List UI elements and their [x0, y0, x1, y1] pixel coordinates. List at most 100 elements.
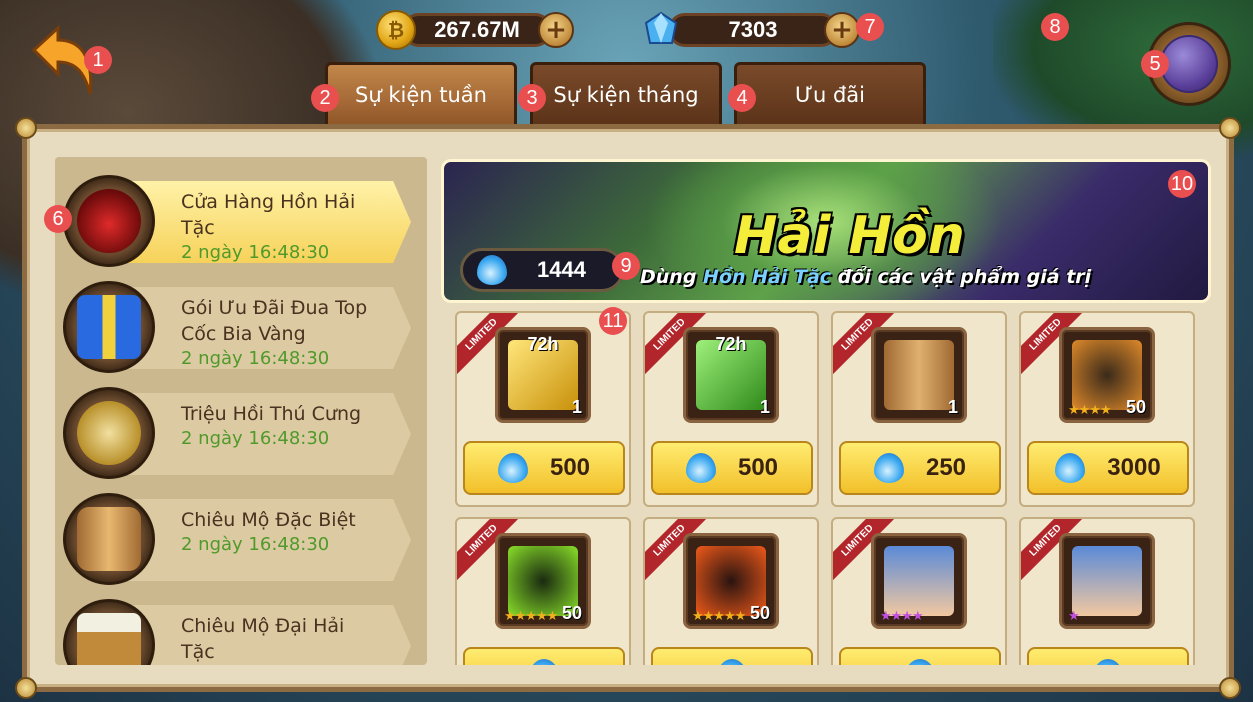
panel-corner	[15, 677, 37, 699]
annotation-badge: 9	[612, 252, 640, 280]
soul-count: 1444	[537, 257, 586, 282]
event-item-title: Cửa Hàng Hồn Hải Tặc	[181, 191, 356, 239]
tab-label: Sự kiện tuần	[355, 82, 487, 107]
event-item-title: Chiêu Mộ Đại Hải Tặc	[181, 615, 345, 663]
item-price: 250	[925, 454, 967, 481]
buy-button[interactable]	[463, 647, 625, 665]
tab-label: Ưu đãi	[794, 82, 866, 107]
barrel-icon	[77, 507, 141, 571]
blue-flame-icon	[685, 453, 716, 483]
annotation-badge: 7	[856, 13, 884, 41]
shop-item-card[interactable]: LIMITED 72h 1 500	[643, 311, 819, 507]
tab-offers[interactable]: Ưu đãi	[734, 62, 926, 128]
soul-counter: 1444	[460, 248, 624, 292]
event-item-timer: 2 ngày 16:48:30	[181, 428, 330, 449]
gem-icon	[644, 11, 678, 44]
tab-monthly-events[interactable]: Sự kiện tháng	[530, 62, 722, 128]
annotation-badge: 6	[44, 205, 72, 233]
buy-button[interactable]	[651, 647, 813, 665]
buy-button[interactable]	[1027, 647, 1189, 665]
annotation-badge: 11	[599, 307, 627, 335]
blue-flame-icon	[497, 453, 528, 483]
skull-pirate-icon	[77, 189, 141, 253]
event-item-title: Gói Ưu Đãi Đua Top Cốc Bia Vàng	[181, 297, 368, 345]
event-item-label-box: Chiêu Mộ Đại Hải Tặc	[113, 605, 411, 665]
event-item-beer-cup-offer[interactable]: Gói Ưu Đãi Đua Top Cốc Bia Vàng 2 ngày 1…	[63, 281, 415, 373]
main-panel: Cửa Hàng Hồn Hải Tặc 2 ngày 16:48:30 Gói…	[15, 117, 1241, 699]
event-list[interactable]: Cửa Hàng Hồn Hải Tặc 2 ngày 16:48:30 Gói…	[55, 157, 427, 665]
item-slot[interactable]: 72h 1	[683, 327, 779, 423]
buy-button[interactable]: 500	[463, 441, 625, 495]
item-slot[interactable]: 1	[871, 327, 967, 423]
shop-item-grid[interactable]: LIMITED 72h 1 500 LIMITED 72h 1 500 LIMI…	[455, 311, 1205, 665]
panel-corner	[1219, 677, 1241, 699]
shop-item-card[interactable]: LIMITED 72h 1 500	[455, 311, 631, 507]
event-item-timer: 2 ngày 16:48:30	[181, 348, 330, 369]
annotation-badge: 5	[1141, 50, 1169, 78]
annotation-badge: 3	[518, 84, 546, 112]
item-stars: ★★★★	[880, 609, 924, 624]
item-quantity: 50	[749, 603, 770, 623]
coin-amount: 267.67M	[402, 13, 552, 47]
shop-item-card[interactable]: LIMITED ★	[1019, 517, 1195, 665]
shop-item-card[interactable]: LIMITED 1 250	[831, 311, 1007, 507]
item-stars: ★★★★	[1068, 403, 1112, 418]
item-slot[interactable]: ★★★★	[871, 533, 967, 629]
item-slot[interactable]: ★★★★★ 50	[495, 533, 591, 629]
buy-button[interactable]: 500	[651, 441, 813, 495]
banner-subtitle: Dùng Hồn Hải Tặc đổi các vật phẩm giá tr…	[640, 266, 1091, 288]
item-slot[interactable]: ★★★★ 50	[1059, 327, 1155, 423]
blue-flame-icon	[477, 255, 507, 285]
beer-mug-icon	[77, 613, 141, 665]
banner-subtitle-pre: Dùng	[640, 266, 704, 288]
blue-flame-icon	[905, 659, 935, 665]
shop-item-card[interactable]: LIMITED ★★★★	[831, 517, 1007, 665]
gift-box-icon	[77, 295, 141, 359]
shop-item-card[interactable]: LIMITED ★★★★ 50 3000	[1019, 311, 1195, 507]
compass-icon	[77, 401, 141, 465]
event-item-pirate-soul-shop[interactable]: Cửa Hàng Hồn Hải Tặc 2 ngày 16:48:30	[63, 175, 415, 267]
event-item-timer: 2 ngày 16:48:30	[181, 534, 330, 555]
gem-counter: 7303 +	[642, 10, 860, 50]
event-item-icon-frame	[63, 387, 155, 479]
item-slot[interactable]: ★★★★★ 50	[683, 533, 779, 629]
captain-portrait-icon	[884, 546, 954, 616]
item-slot[interactable]: 72h 1	[495, 327, 591, 423]
annotation-badge: 2	[311, 84, 339, 112]
banner-title: Hải Hồn	[734, 206, 965, 266]
item-slot[interactable]: ★	[1059, 533, 1155, 629]
event-item-label-box: Chiêu Mộ Đặc Biệt 2 ngày 16:48:30	[113, 499, 411, 581]
shop-item-card[interactable]: LIMITED ★★★★★ 50	[643, 517, 819, 665]
event-item-label-box: Cửa Hàng Hồn Hải Tặc 2 ngày 16:48:30	[113, 181, 411, 263]
barrel-icon	[884, 340, 954, 410]
item-price: 500	[549, 454, 591, 481]
event-item-special-recruit[interactable]: Chiêu Mộ Đặc Biệt 2 ngày 16:48:30	[63, 493, 415, 585]
panel-corner	[15, 117, 37, 139]
add-coins-button[interactable]: +	[538, 12, 574, 48]
annotation-badge: 1	[84, 46, 112, 74]
item-quantity: 1	[571, 397, 582, 417]
item-stars: ★★★★★	[504, 609, 558, 624]
buy-button[interactable]	[839, 647, 1001, 665]
item-price: 3000	[1107, 454, 1161, 481]
shop-item-card[interactable]: LIMITED ★★★★★ 50	[455, 517, 631, 665]
buy-button[interactable]: 250	[839, 441, 1001, 495]
add-gems-button[interactable]: +	[824, 12, 860, 48]
tab-weekly-events[interactable]: Sự kiện tuần	[325, 62, 517, 128]
banner-subtitle-highlight: Hồn Hải Tặc	[703, 266, 832, 288]
annotation-badge: 10	[1168, 170, 1196, 198]
item-quantity: 50	[1125, 397, 1146, 417]
coin-icon: ₿	[376, 10, 416, 50]
item-duration: 72h	[715, 334, 747, 354]
event-item-icon-frame	[63, 175, 155, 267]
buy-button[interactable]: 3000	[1027, 441, 1189, 495]
blue-flame-icon	[529, 659, 559, 665]
event-item-great-pirate-recruit[interactable]: Chiêu Mộ Đại Hải Tặc	[63, 599, 415, 665]
event-item-pet-summon[interactable]: Triệu Hồi Thú Cưng 2 ngày 16:48:30	[63, 387, 415, 479]
event-item-icon-frame	[63, 493, 155, 585]
tab-label: Sự kiện tháng	[553, 82, 699, 107]
blue-flame-icon	[1055, 453, 1086, 483]
item-stars: ★★★★★	[692, 609, 746, 624]
item-quantity: 50	[561, 603, 582, 623]
panel-corner	[1219, 117, 1241, 139]
